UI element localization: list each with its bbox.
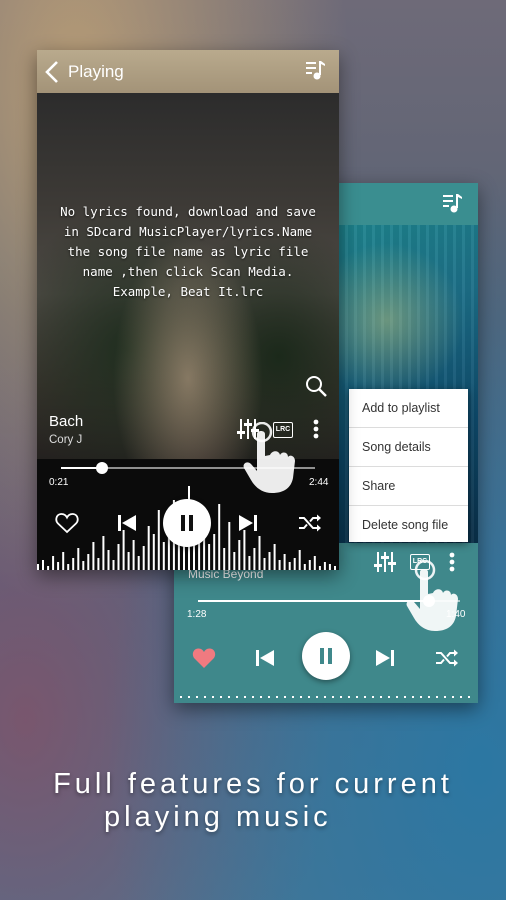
menu-item-delete-song-file[interactable]: Delete song file — [349, 506, 468, 544]
menu-item-share[interactable]: Share — [349, 467, 468, 506]
visualizer-bar — [42, 560, 44, 570]
visualizer-bar — [82, 561, 85, 570]
visualizer-bar — [288, 562, 291, 570]
visualizer-bar — [112, 560, 115, 570]
visualizer-bar — [328, 564, 331, 570]
visualizer-bar — [132, 540, 135, 570]
back-pause-button[interactable] — [302, 632, 350, 680]
visualizer-bar — [127, 552, 130, 570]
visualizer-bar — [72, 558, 75, 570]
hand-pointer-icon — [243, 422, 295, 493]
visualizer-bar — [47, 566, 50, 570]
visualizer-bar — [238, 540, 241, 570]
menu-item-song-details[interactable]: Song details — [349, 428, 468, 467]
back-elapsed-time: 1:28 — [187, 609, 207, 620]
visualizer-bar — [162, 542, 165, 570]
playlist-icon[interactable] — [442, 193, 462, 215]
visualizer-bar — [323, 562, 326, 570]
visualizer-bar — [92, 542, 95, 570]
skip-previous-icon[interactable] — [118, 515, 136, 531]
visualizer-bar — [142, 546, 145, 570]
visualizer-bar — [278, 560, 281, 570]
visualizer-bar — [198, 540, 201, 570]
more-vert-icon[interactable] — [313, 419, 319, 439]
visualizer-bar — [263, 558, 266, 570]
visualizer-bar — [117, 544, 120, 570]
skip-previous-icon[interactable] — [256, 650, 274, 666]
chevron-left-icon[interactable] — [45, 61, 59, 83]
heart-icon[interactable] — [192, 647, 216, 669]
song-artist: Cory J — [49, 434, 83, 446]
visualizer-bar — [228, 522, 231, 570]
visualizer-bar — [243, 530, 246, 570]
visualizer-bar — [313, 556, 316, 570]
equalizer-icon[interactable] — [374, 551, 396, 573]
playlist-icon[interactable] — [305, 60, 325, 82]
visualizer-bar — [213, 534, 216, 570]
promo-caption-line-2: playing music — [104, 801, 332, 833]
visualizer-bar — [137, 556, 140, 570]
visualizer-bar — [102, 536, 105, 570]
heart-icon[interactable] — [55, 512, 79, 534]
visualizer-bar — [107, 550, 110, 570]
visualizer-bar — [122, 530, 125, 570]
pause-icon — [181, 515, 193, 531]
visualizer-bar — [57, 562, 60, 570]
search-icon[interactable] — [305, 375, 327, 397]
visualizer-bar — [62, 552, 65, 570]
visualizer-bar — [233, 552, 236, 570]
visualizer-bar — [258, 536, 261, 570]
skip-next-icon[interactable] — [376, 650, 394, 666]
visualizer-bar — [87, 554, 90, 570]
song-title: Bach — [49, 413, 84, 430]
visualizer-bar — [268, 552, 271, 570]
promo-caption-line-1: Full features for current — [53, 768, 453, 800]
front-header: Playing — [37, 50, 339, 93]
visualizer-bar — [298, 550, 301, 570]
visualizer-bar — [248, 556, 251, 570]
visualizer-bar — [218, 504, 221, 570]
visualizer-bar — [318, 566, 321, 570]
visualizer-bar — [334, 566, 336, 570]
visualizer-bar — [303, 564, 306, 570]
hand-pointer-icon — [406, 560, 458, 631]
lyrics-message: No lyrics found, download and save in SD… — [60, 204, 316, 299]
seek-thumb[interactable] — [95, 462, 108, 474]
visualizer-bar — [308, 560, 311, 570]
visualizer-bar — [67, 564, 70, 570]
skip-next-icon[interactable] — [239, 515, 257, 531]
visualizer-bar — [223, 548, 226, 570]
visualizer-bar — [152, 534, 155, 570]
shuffle-icon[interactable] — [299, 514, 321, 532]
visualizer-bar — [293, 558, 296, 570]
visualizer-bar — [147, 526, 150, 570]
pause-icon — [320, 648, 332, 664]
visualizer-bar — [97, 558, 100, 570]
visualizer-bar — [37, 564, 39, 570]
back-seek-fill — [198, 600, 429, 602]
visualizer-bar — [208, 544, 211, 570]
pause-button[interactable] — [163, 499, 211, 547]
visualizer-bar — [77, 548, 80, 570]
visualizer-bar — [253, 548, 256, 570]
visualizer-bar — [157, 510, 160, 570]
visualizer-bar — [273, 544, 276, 570]
visualizer-bar — [52, 556, 55, 570]
song-context-menu: Add to playlist Song details Share Delet… — [349, 389, 468, 542]
menu-item-add-to-playlist[interactable]: Add to playlist — [349, 389, 468, 428]
page-title: Playing — [68, 62, 124, 81]
back-visualizer — [180, 696, 472, 698]
visualizer-bar — [283, 554, 286, 570]
shuffle-icon[interactable] — [436, 649, 458, 667]
